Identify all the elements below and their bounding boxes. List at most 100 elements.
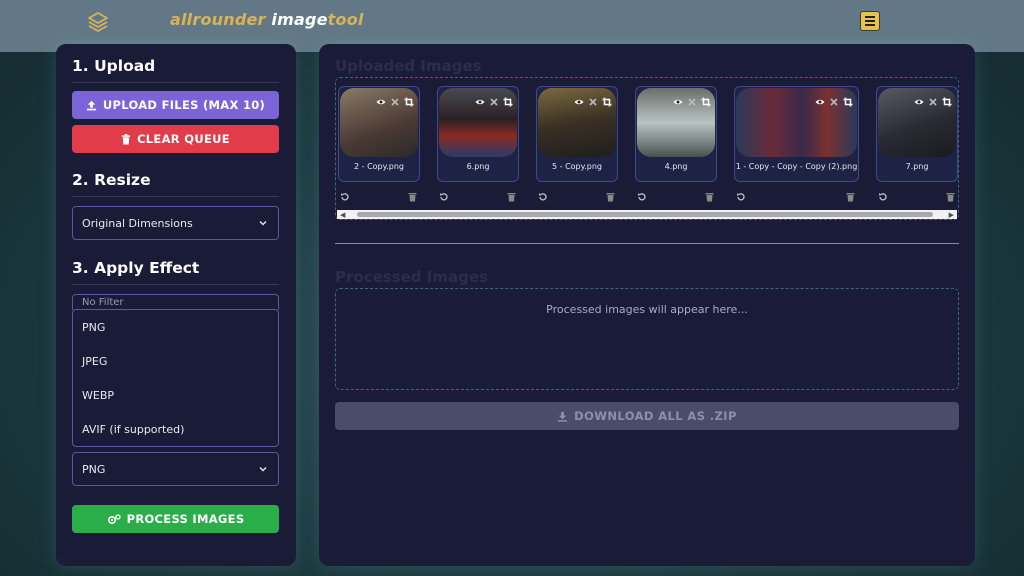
card-actions	[536, 187, 618, 202]
effect-select[interactable]: No Filter	[72, 294, 279, 310]
trash-icon[interactable]	[705, 187, 715, 202]
image-filename: 4.png	[664, 162, 688, 171]
card-actions	[635, 187, 717, 202]
image-card[interactable]: 1 - Copy - Copy - Copy (2).png	[734, 86, 859, 182]
section-divider	[72, 196, 279, 197]
format-option-png[interactable]: PNG	[73, 310, 278, 344]
section-divider	[335, 243, 959, 244]
close-icon[interactable]	[687, 92, 697, 106]
card-toolbar	[815, 92, 853, 107]
image-filename: 5 - Copy.png	[552, 162, 602, 171]
close-icon[interactable]	[928, 92, 938, 106]
clear-queue-button[interactable]: CLEAR QUEUE	[72, 125, 279, 153]
crop-icon[interactable]	[942, 92, 952, 107]
rotate-icon[interactable]	[340, 187, 350, 201]
eye-icon[interactable]	[815, 92, 825, 105]
eye-icon[interactable]	[673, 92, 683, 105]
trash-icon[interactable]	[606, 187, 616, 202]
card-actions	[876, 187, 958, 202]
layers-icon[interactable]	[86, 10, 110, 34]
resize-select-value: Original Dimensions	[82, 216, 193, 230]
image-strip: 2 - Copy.png 6.png 5 - Copy.png 4.png 1 …	[336, 86, 958, 206]
image-card[interactable]: 7.png	[876, 86, 958, 182]
resize-select[interactable]: Original Dimensions	[72, 206, 279, 240]
effect-section-title: 3. Apply Effect	[72, 259, 200, 277]
app-brand-title[interactable]: allrounder imagetool	[170, 10, 364, 29]
image-card[interactable]: 6.png	[437, 86, 519, 182]
sidebar-controls: 1. Upload UPLOAD FILES (MAX 10) CLEAR QU…	[56, 44, 296, 566]
trash-icon[interactable]	[946, 187, 956, 202]
image-card[interactable]: 2 - Copy.png	[338, 86, 420, 182]
brand-text-image: image	[271, 10, 328, 29]
trash-icon[interactable]	[408, 187, 418, 202]
brand-text-tool: tool	[327, 10, 364, 29]
close-icon[interactable]	[390, 92, 400, 106]
crop-icon[interactable]	[503, 92, 513, 107]
rotate-icon[interactable]	[538, 187, 548, 201]
image-filename: 1 - Copy - Copy - Copy (2).png	[735, 162, 858, 171]
card-toolbar	[376, 92, 414, 107]
uploaded-images-title: Uploaded Images	[335, 57, 482, 75]
close-icon[interactable]	[588, 92, 598, 106]
crop-icon[interactable]	[843, 92, 853, 107]
card-toolbar	[673, 92, 711, 107]
image-card[interactable]: 5 - Copy.png	[536, 86, 618, 182]
crop-icon[interactable]	[404, 92, 414, 107]
scroll-left-arrow-icon[interactable]: ◀	[340, 211, 345, 219]
scrollbar-thumb[interactable]	[357, 212, 933, 217]
horizontal-scrollbar[interactable]: ◀ ▶	[337, 210, 957, 219]
upload-files-label: UPLOAD FILES (MAX 10)	[102, 98, 266, 112]
close-icon[interactable]	[489, 92, 499, 106]
uploaded-images-zone: 2 - Copy.png 6.png 5 - Copy.png 4.png 1 …	[335, 77, 959, 220]
hamburger-menu-icon[interactable]	[860, 11, 880, 31]
crop-icon[interactable]	[701, 92, 711, 107]
card-actions	[338, 187, 420, 202]
close-icon[interactable]	[829, 92, 839, 106]
eye-icon[interactable]	[475, 92, 485, 105]
section-divider	[72, 82, 279, 83]
image-card[interactable]: 4.png	[635, 86, 717, 182]
upload-section-title: 1. Upload	[72, 57, 156, 75]
rotate-icon[interactable]	[736, 187, 746, 201]
processed-images-zone: Processed images will appear here...	[335, 288, 959, 390]
format-option-avif[interactable]: AVIF (if supported)	[73, 412, 278, 446]
card-toolbar	[475, 92, 513, 107]
download-zip-label: DOWNLOAD ALL AS .ZIP	[574, 409, 737, 423]
card-toolbar	[914, 92, 952, 107]
chevron-down-icon	[259, 467, 267, 472]
resize-section-title: 2. Resize	[72, 171, 151, 189]
clear-queue-label: CLEAR QUEUE	[137, 132, 230, 146]
format-select-value: PNG	[82, 462, 106, 476]
chevron-down-icon	[259, 221, 267, 226]
main-panel: Uploaded Images 2 - Copy.png 6.png 5 - C…	[319, 44, 975, 566]
eye-icon[interactable]	[574, 92, 584, 105]
card-actions	[734, 187, 859, 202]
brand-text-allrounder: allrounder	[170, 10, 272, 29]
eye-icon[interactable]	[914, 92, 924, 105]
rotate-icon[interactable]	[878, 187, 888, 201]
crop-icon[interactable]	[602, 92, 612, 107]
format-select[interactable]: PNG	[72, 452, 279, 486]
upload-icon	[86, 100, 96, 110]
eye-icon[interactable]	[376, 92, 386, 105]
format-dropdown-list: PNG JPEG WEBP AVIF (if supported)	[72, 309, 279, 447]
effect-select-value: No Filter	[82, 297, 124, 308]
image-filename: 7.png	[905, 162, 929, 171]
scroll-right-arrow-icon[interactable]: ▶	[949, 211, 954, 219]
image-filename: 6.png	[466, 162, 490, 171]
trash-icon[interactable]	[846, 187, 856, 202]
gears-icon	[107, 513, 121, 524]
section-divider	[72, 284, 279, 285]
upload-files-button[interactable]: UPLOAD FILES (MAX 10)	[72, 91, 279, 119]
process-images-label: PROCESS IMAGES	[126, 512, 245, 526]
format-option-jpeg[interactable]: JPEG	[73, 344, 278, 378]
rotate-icon[interactable]	[637, 187, 647, 201]
trash-icon[interactable]	[507, 187, 517, 202]
format-option-webp[interactable]: WEBP	[73, 378, 278, 412]
process-images-button[interactable]: PROCESS IMAGES	[72, 505, 279, 533]
processed-images-title: Processed Images	[335, 268, 488, 286]
download-icon	[558, 411, 568, 422]
rotate-icon[interactable]	[439, 187, 449, 201]
card-toolbar	[574, 92, 612, 107]
download-zip-button[interactable]: DOWNLOAD ALL AS .ZIP	[335, 402, 959, 430]
